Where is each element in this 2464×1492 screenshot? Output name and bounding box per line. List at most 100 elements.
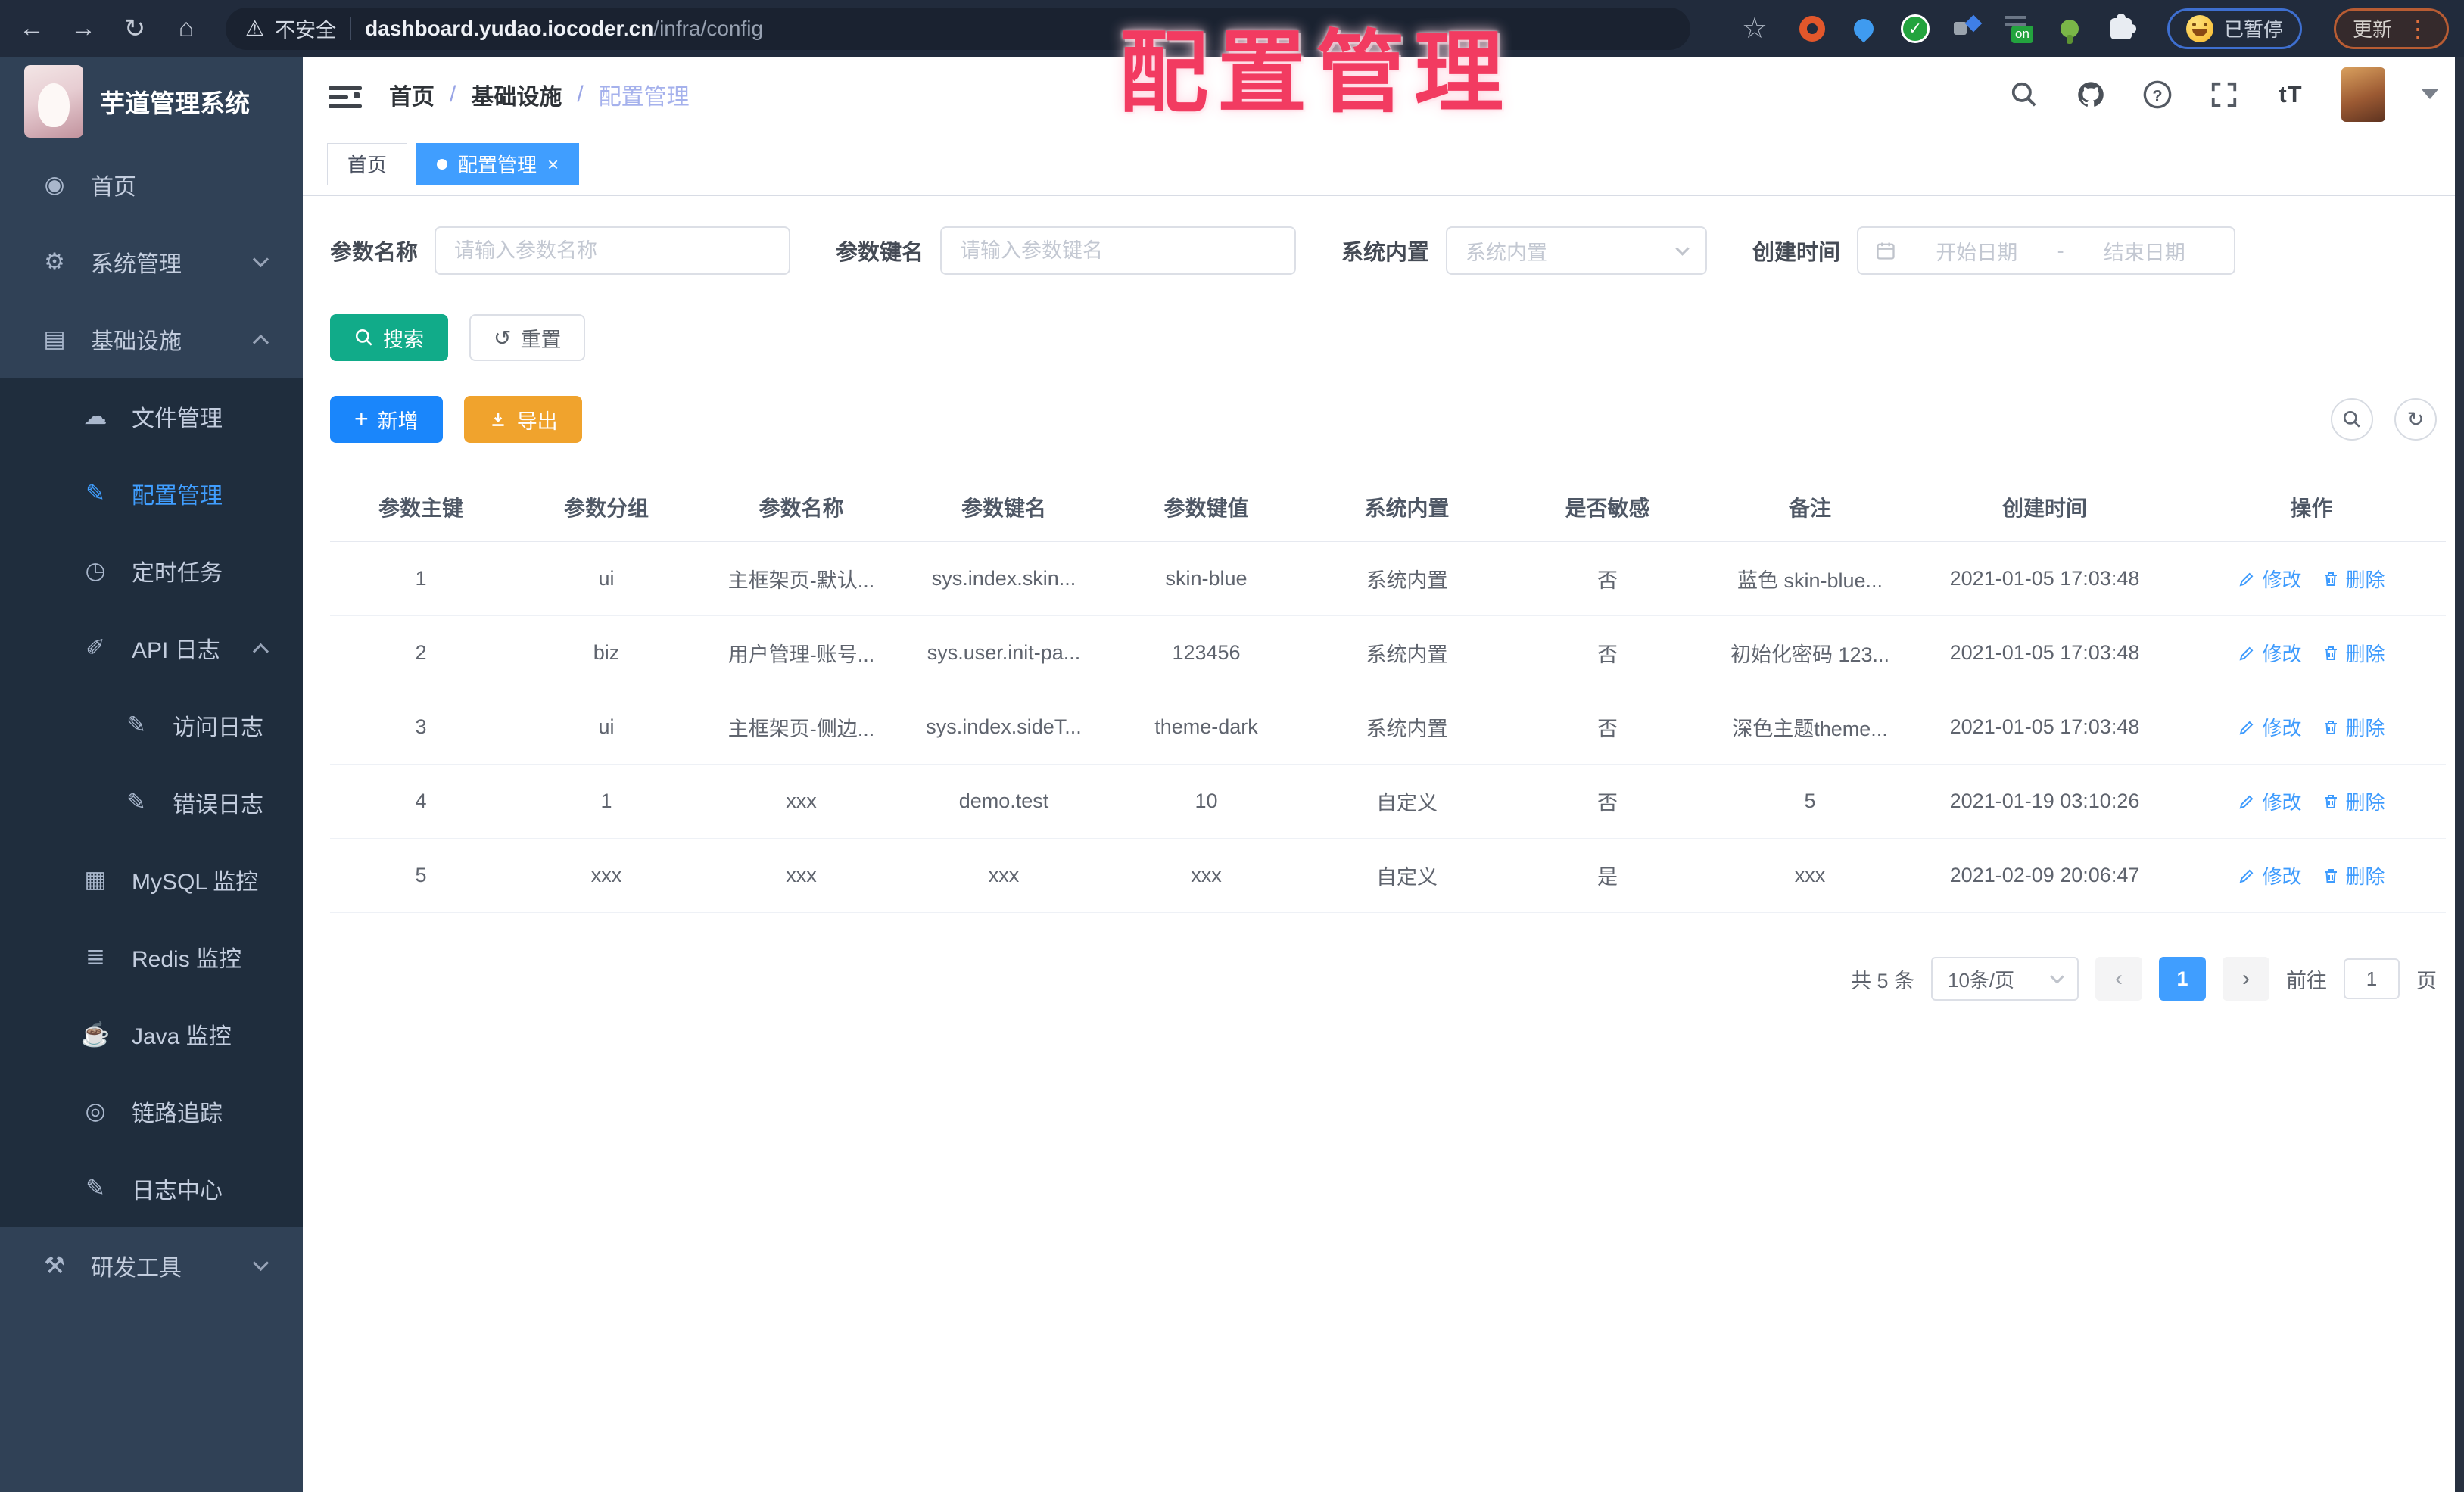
delete-link[interactable]: 删除	[2322, 713, 2385, 741]
sidebar-item-文件管理[interactable]: ☁ 文件管理	[0, 378, 303, 455]
app-logo[interactable]: 芋道管理系统	[0, 57, 303, 146]
help-icon[interactable]: ?	[2142, 79, 2173, 111]
delete-link[interactable]: 删除	[2322, 787, 2385, 815]
close-icon[interactable]: ×	[547, 154, 559, 174]
goto-page-input[interactable]	[2344, 958, 2400, 999]
search-icon[interactable]	[2008, 79, 2040, 111]
chevron-down-icon[interactable]	[2422, 89, 2438, 99]
table-cell: 2021-01-05 17:03:48	[1912, 615, 2177, 690]
security-warning-icon: ⚠	[245, 17, 265, 40]
sidebar-item-Java 监控[interactable]: ☕ Java 监控	[0, 995, 303, 1073]
split-squares-extension-icon[interactable]	[1951, 13, 1983, 45]
sidebar-item-系统管理[interactable]: ⚙ 系统管理	[0, 223, 303, 301]
bookmark-star-icon[interactable]: ☆	[1742, 11, 1768, 45]
delete-link[interactable]: 删除	[2322, 565, 2385, 593]
address-bar[interactable]: ⚠ 不安全 dashboard.yudao.iocoder.cn/infra/c…	[226, 7, 1690, 50]
current-page-button[interactable]: 1	[2159, 957, 2206, 1001]
sidebar-item-错误日志[interactable]: ✎ 错误日志	[0, 764, 303, 841]
redis-icon: ≣	[86, 943, 105, 970]
java-icon: ☕	[80, 1020, 111, 1048]
green-figure-extension-icon[interactable]	[2054, 13, 2086, 45]
svg-text:?: ?	[2152, 86, 2162, 104]
actions-cell: 修改 删除	[2177, 541, 2446, 616]
reload-icon[interactable]: ↻	[118, 14, 151, 44]
delete-link[interactable]: 删除	[2322, 861, 2385, 889]
date-range-picker[interactable]: 开始日期 - 结束日期	[1857, 226, 2236, 275]
param-name-input[interactable]	[435, 226, 791, 275]
profile-paused-badge[interactable]: 已暂停	[2167, 8, 2302, 49]
github-icon[interactable]	[2075, 79, 2107, 111]
chrome-update-button[interactable]: 更新 ⋮	[2333, 8, 2449, 49]
sidebar-item-基础设施[interactable]: ▤ 基础设施	[0, 301, 303, 378]
gear-icon: ⚙	[44, 248, 65, 275]
param-key-input[interactable]	[940, 226, 1297, 275]
sidebar-item-日志中心[interactable]: ✎ 日志中心	[0, 1150, 303, 1227]
sidebar-item-定时任务[interactable]: ◷ 定时任务	[0, 532, 303, 609]
search-button[interactable]: 搜索	[330, 314, 448, 361]
tab-首页[interactable]: 首页	[327, 142, 408, 185]
user-avatar[interactable]	[2341, 67, 2385, 122]
tab-label: 首页	[347, 154, 388, 176]
edit-link[interactable]: 修改	[2238, 787, 2302, 815]
sidebar-item-Redis 监控[interactable]: ≣ Redis 监控	[0, 918, 303, 995]
on-badge-extension-icon[interactable]: on	[2002, 13, 2034, 45]
table-cell: 主框架页-侧边...	[701, 690, 902, 765]
blue-pin-extension-icon[interactable]	[1848, 13, 1880, 45]
table-cell: 2	[330, 615, 512, 690]
breadcrumb-item[interactable]: 基础设施	[471, 78, 562, 111]
sidebar-item-配置管理[interactable]: ✎ 配置管理	[0, 455, 303, 532]
sidebar-item-研发工具[interactable]: ⚒ 研发工具	[0, 1227, 303, 1304]
back-icon[interactable]: ←	[15, 14, 48, 43]
tab-配置管理[interactable]: 配置管理 ×	[416, 142, 580, 185]
prev-page-button[interactable]: ‹	[2095, 957, 2142, 1001]
table-cell: 2021-01-05 17:03:48	[1912, 690, 2177, 765]
chevron-down-icon	[252, 251, 269, 268]
sidebar-item-MySQL 监控[interactable]: ▦ MySQL 监控	[0, 841, 303, 918]
page-content: 参数名称 参数键名 系统内置 系统内置 创建时间	[303, 196, 2464, 1492]
actions-cell: 修改 删除	[2177, 838, 2446, 913]
add-button[interactable]: + 新增	[330, 396, 443, 443]
table-cell: 10	[1106, 764, 1307, 839]
delete-link[interactable]: 删除	[2322, 639, 2385, 667]
fullscreen-icon[interactable]	[2208, 79, 2240, 111]
sidebar-item-首页[interactable]: ◉ 首页	[0, 146, 303, 223]
doc-icon: ✎	[126, 712, 146, 738]
orange-ring-extension-icon[interactable]	[1796, 13, 1828, 45]
font-size-icon[interactable]: tT	[2275, 79, 2307, 111]
refresh-table-button[interactable]: ↻	[2394, 398, 2437, 441]
forward-icon[interactable]: →	[67, 14, 100, 43]
edit-link[interactable]: 修改	[2238, 861, 2302, 889]
edit-link[interactable]: 修改	[2238, 639, 2302, 667]
sidebar-item-访问日志[interactable]: ✎ 访问日志	[0, 687, 303, 764]
reset-button[interactable]: ↺ 重置	[469, 314, 586, 361]
white-puzzle-extension-icon[interactable]	[2105, 13, 2137, 45]
table-toolbar-row: + 新增 导出 ↻	[330, 396, 2437, 443]
table-cell: sys.user.init-pa...	[902, 615, 1106, 690]
export-button[interactable]: 导出	[463, 396, 582, 443]
page-size-select[interactable]: 10条/页	[1931, 957, 2079, 1001]
breadcrumb-separator: /	[577, 81, 584, 107]
toggle-search-button[interactable]	[2331, 398, 2373, 441]
menu-item-label: 基础设施	[91, 329, 182, 354]
sidebar-item-API 日志[interactable]: ✐ API 日志	[0, 609, 303, 687]
kebab-menu-icon[interactable]: ⋮	[2406, 17, 2430, 41]
green-check-extension-icon[interactable]: ✓	[1899, 13, 1931, 45]
table-cell: 5	[1708, 764, 1912, 839]
builtin-select-placeholder: 系统内置	[1466, 241, 1548, 264]
table-cell: skin-blue	[1106, 541, 1307, 616]
sidebar-item-链路追踪[interactable]: ◎ 链路追踪	[0, 1073, 303, 1150]
page-scrollbar[interactable]	[2455, 57, 2464, 1492]
menu-item-label: 文件管理	[132, 406, 223, 431]
table-cell: 用户管理-账号...	[701, 615, 902, 690]
next-page-button[interactable]: ›	[2223, 957, 2269, 1001]
edit-link[interactable]: 修改	[2238, 565, 2302, 593]
chevron-up-icon	[252, 334, 269, 351]
collapse-sidebar-icon[interactable]	[329, 81, 362, 108]
builtin-select[interactable]: 系统内置	[1446, 226, 1708, 275]
date-end-placeholder: 结束日期	[2103, 241, 2185, 264]
logo-avatar	[24, 65, 83, 138]
home-icon[interactable]: ⌂	[170, 14, 203, 43]
edit-link[interactable]: 修改	[2238, 713, 2302, 741]
menu-item-label: 研发工具	[91, 1256, 182, 1281]
breadcrumb-item[interactable]: 首页	[389, 78, 435, 111]
